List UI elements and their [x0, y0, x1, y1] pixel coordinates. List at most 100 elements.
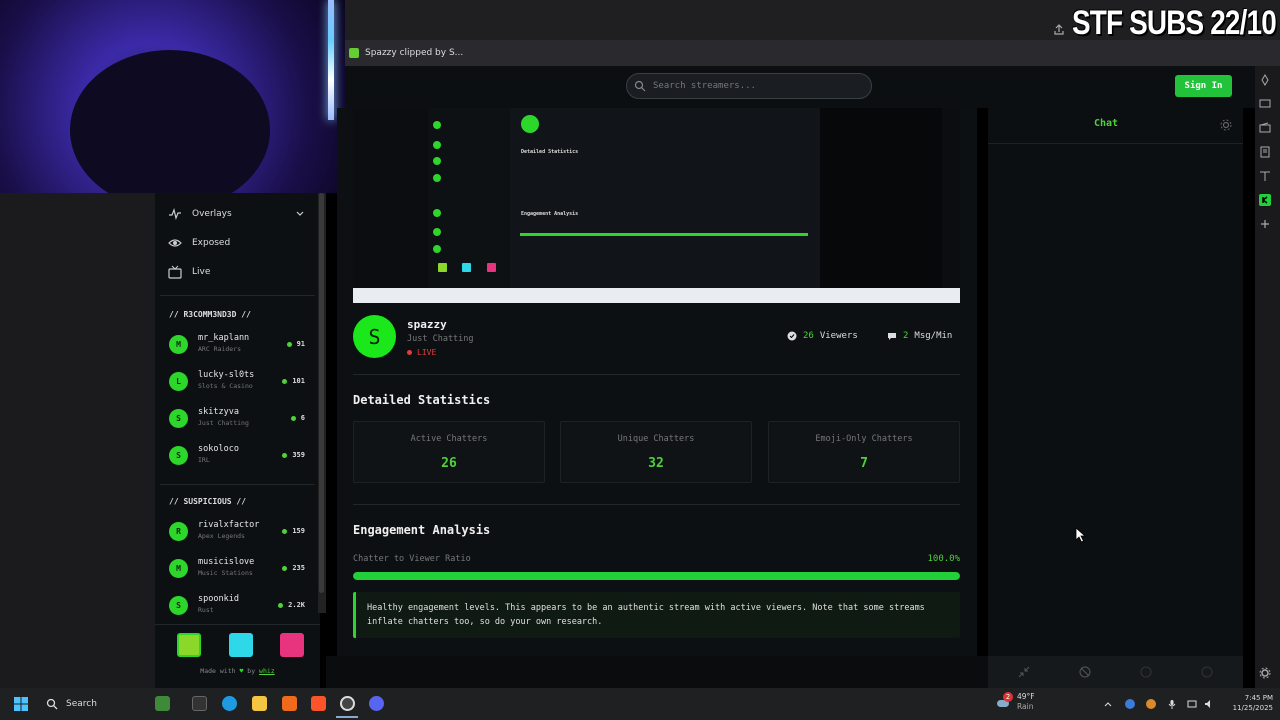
notes-icon[interactable]	[1259, 146, 1271, 158]
streamer-category: ARC Raiders	[198, 345, 242, 353]
weather-desc: Rain	[1017, 702, 1034, 711]
share-icon[interactable]	[1053, 24, 1065, 36]
app-icon-brave[interactable]	[311, 696, 326, 711]
tab-title: Spazzy clipped by S...	[365, 48, 464, 58]
network-icon[interactable]	[1187, 699, 1197, 709]
nav-label: Overlays	[192, 209, 232, 219]
nav-item-overlays[interactable]: Overlays	[168, 205, 232, 223]
avatar: S	[169, 409, 188, 428]
streamer-item[interactable]: S skitzyva Just Chatting 6	[169, 405, 309, 433]
live-dot-icon	[282, 565, 288, 571]
streamer-item[interactable]: L lucky-sl0ts Slots & Casino 101	[169, 368, 309, 396]
tray-app-icon[interactable]	[1146, 699, 1156, 709]
viewer-count: 359	[282, 451, 305, 459]
avatar: L	[169, 372, 188, 391]
rocket-icon[interactable]	[1259, 74, 1271, 86]
nav-label: Live	[192, 267, 211, 277]
popout-icon[interactable]	[1140, 666, 1152, 678]
divider	[353, 504, 960, 505]
book-icon[interactable]	[1259, 170, 1271, 182]
streamer-item[interactable]: M mr_kaplann ARC Raiders 91	[169, 331, 309, 359]
streamer-avatar: S	[353, 315, 396, 358]
stat-value: 7	[860, 456, 868, 471]
streamer-name: mr_kaplann	[198, 333, 250, 343]
gear-icon[interactable]	[1220, 119, 1232, 131]
detailed-statistics-title: Detailed Statistics	[353, 393, 491, 407]
nav-item-exposed[interactable]: Exposed	[168, 234, 230, 252]
weather-widget[interactable]: 2 49°F Rain	[995, 692, 1035, 712]
browser-tab[interactable]: Spazzy clipped by S...	[349, 48, 463, 58]
live-dot-icon	[278, 602, 284, 608]
sidebar-scrollbar[interactable]	[318, 193, 326, 613]
windows-start-icon[interactable]	[14, 697, 28, 711]
app-icon-discord[interactable]	[369, 696, 384, 711]
stat-value: 32	[648, 456, 664, 471]
search-icon	[46, 698, 58, 710]
streamer-category: Just Chatting	[198, 419, 249, 427]
app-icon-obs[interactable]	[340, 696, 355, 711]
active-app-indicator	[336, 716, 358, 718]
viewer-count: 101	[282, 377, 305, 385]
webcam-overlay	[0, 0, 345, 193]
theme-swatch-pink[interactable]	[280, 633, 304, 657]
streamer-item[interactable]: M musicislove Music Stations 235	[169, 555, 309, 583]
viewer-count: 91	[286, 340, 305, 348]
stat-label: Unique Chatters	[617, 434, 695, 444]
live-dot-icon	[407, 350, 412, 355]
tv-icon	[168, 265, 182, 279]
group-title-recommended: // R3COMM3ND3D //	[169, 310, 251, 319]
ratio-progress-fill	[353, 572, 960, 580]
stat-label: Emoji-Only Chatters	[815, 434, 913, 444]
hide-chat-icon[interactable]	[1079, 666, 1091, 678]
taskbar-clock[interactable]: 7:45 PM 11/25/2025	[1218, 693, 1273, 713]
streamer-name: skitzyva	[198, 407, 239, 417]
sign-in-button[interactable]: Sign In	[1175, 75, 1232, 97]
chat-settings-icon[interactable]	[1201, 666, 1213, 678]
streamer-item[interactable]: S sokoloco IRL 359	[169, 442, 309, 470]
nav-label: Exposed	[192, 238, 231, 248]
monitor-icon[interactable]	[1259, 98, 1271, 110]
search-icon	[634, 80, 646, 92]
streamer-category: Just Chatting	[407, 334, 474, 344]
streamer-name: musicislove	[198, 557, 255, 567]
avatar: M	[169, 335, 188, 354]
rain-icon: 2	[995, 692, 1013, 710]
stream-overlay-title: STF SUBS 22/10	[1072, 4, 1277, 42]
search-input[interactable]: Search streamers...	[626, 73, 872, 99]
app-icon-game[interactable]	[155, 696, 170, 711]
microphone-icon[interactable]	[1167, 699, 1177, 709]
tray-app-icon[interactable]	[1125, 699, 1135, 709]
streamer-item[interactable]: R rivalxfactor Apex Legends 159	[169, 518, 309, 546]
app-icon-aim[interactable]	[282, 696, 297, 711]
wallet-icon[interactable]	[1259, 122, 1271, 134]
stat-card-active-chatters: Active Chatters 26	[353, 421, 545, 483]
settings-icon[interactable]	[1259, 667, 1271, 679]
eye-icon	[168, 239, 182, 247]
theme-swatch-lime[interactable]	[177, 633, 201, 657]
app-icon-file-explorer[interactable]	[252, 696, 267, 711]
ratio-value: 100.0%	[927, 554, 960, 564]
nav-item-live[interactable]: Live	[168, 263, 210, 281]
chevron-down-icon[interactable]	[295, 209, 305, 219]
app-icon-task-view[interactable]	[192, 696, 207, 711]
app-icon-edge[interactable]	[222, 696, 237, 711]
engagement-analysis-title: Engagement Analysis	[353, 523, 491, 537]
ratio-progress-bar	[353, 572, 960, 580]
author-link[interactable]: whiz	[259, 667, 275, 675]
streamer-category: Rust	[198, 606, 214, 614]
chevron-up-icon[interactable]	[1103, 699, 1113, 709]
streamer-item[interactable]: S spoonkid Rust 2.2K	[169, 592, 309, 620]
divider	[160, 295, 315, 296]
volume-icon[interactable]	[1204, 699, 1214, 709]
browser-tab-bar: Spazzy clipped by S...	[345, 40, 1280, 66]
footer-credit: Made with ♥ by whiz	[200, 667, 275, 675]
engagement-message: Healthy engagement levels. This appears …	[353, 592, 960, 638]
viewer-count: 235	[282, 564, 305, 572]
live-dot-icon	[286, 341, 292, 347]
collapse-icon[interactable]	[1018, 666, 1030, 678]
kick-icon[interactable]	[1259, 194, 1271, 206]
heart-icon: ♥	[239, 667, 244, 675]
viewer-count: 2.2K	[278, 601, 305, 609]
theme-swatch-cyan[interactable]	[229, 633, 253, 657]
add-icon[interactable]	[1259, 218, 1271, 230]
